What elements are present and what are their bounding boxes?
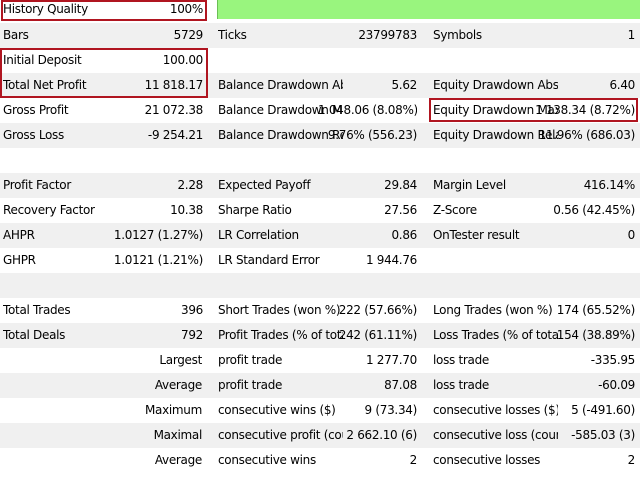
sharpe-ratio-value: 27.56 [384, 203, 417, 217]
maximal-consecutive-profit-value: 2 662.10 (6) [346, 428, 417, 442]
average-consecutive-prefix: Average [154, 453, 202, 467]
initial-deposit-value: 100.00 [162, 53, 203, 67]
stats-row-gross-loss: Gross Loss -9 254.21 Balance Drawdown Re… [0, 123, 640, 148]
average-consecutive-losses-value: 2 [627, 453, 635, 467]
stats-row-maximum: Maximum consecutive wins ($) 9 (73.34) c… [0, 398, 640, 423]
max-consecutive-wins-value: 9 (73.34) [364, 403, 417, 417]
stats-row-total-trades: Total Trades 396 Short Trades (won %) 22… [0, 298, 640, 323]
lr-correlation-value: 0.86 [391, 228, 417, 242]
profit-trades-value: 242 (61.11%) [338, 328, 417, 342]
stats-row-recovery-factor: Recovery Factor 10.38 Sharpe Ratio 27.56… [0, 198, 640, 223]
ticks-value: 23799783 [358, 28, 417, 42]
stats-row-profit-factor: Profit Factor 2.28 Expected Payoff 29.84… [0, 173, 640, 198]
gross-loss-value: -9 254.21 [147, 128, 203, 142]
equity-drawdown-max-value: 1 138.34 (8.72%) [535, 103, 635, 117]
maximal-consecutive-loss-value: -585.03 (3) [571, 428, 635, 442]
loss-trades-value: 154 (38.89%) [556, 328, 635, 342]
ahpr-value: 1.0127 (1.27%) [113, 228, 203, 242]
stats-row-average-trade: Average profit trade 87.08 loss trade -6… [0, 373, 640, 398]
profit-factor-value: 2.28 [177, 178, 203, 192]
stats-row-largest: Largest profit trade 1 277.70 loss trade… [0, 348, 640, 373]
spacer-row [0, 148, 640, 173]
ontester-result-value: 0 [627, 228, 635, 242]
short-trades-value: 222 (57.66%) [338, 303, 417, 317]
history-quality-value: 100% [169, 2, 203, 16]
stats-row-ghpr: GHPR 1.0121 (1.21%) LR Standard Error 1 … [0, 248, 640, 273]
total-net-profit-value: 11 818.17 [144, 78, 203, 92]
largest-prefix: Largest [159, 353, 202, 367]
symbols-value: 1 [627, 28, 635, 42]
largest-loss-trade-value: -335.95 [590, 353, 635, 367]
z-score-value: 0.56 (42.45%) [553, 203, 635, 217]
ghpr-value: 1.0121 (1.21%) [113, 253, 203, 267]
gross-profit-value: 21 072.38 [144, 103, 203, 117]
recovery-factor-value: 10.38 [170, 203, 203, 217]
balance-drawdown-max-value: 1 048.06 (8.08%) [318, 103, 417, 117]
stats-row-maximal: Maximal consecutive profit (count) 2 662… [0, 423, 640, 448]
stats-row-ahpr: AHPR 1.0127 (1.27%) LR Correlation 0.86 … [0, 223, 640, 248]
average-trade-prefix: Average [154, 378, 202, 392]
total-deals-value: 792 [180, 328, 203, 342]
largest-profit-trade-value: 1 277.70 [365, 353, 417, 367]
average-profit-trade-value: 87.08 [384, 378, 417, 392]
stats-row-total-deals: Total Deals 792 Profit Trades (% of tota… [0, 323, 640, 348]
max-consecutive-losses-value: 5 (-491.60) [571, 403, 635, 417]
spacer-row [0, 273, 640, 298]
maximal-prefix: Maximal [153, 428, 202, 442]
stats-row-average-consecutive: Average consecutive wins 2 consecutive l… [0, 448, 640, 473]
balance-drawdown-abs-value: 5.62 [391, 78, 417, 92]
stats-row-initial-deposit: Initial Deposit 100.00 [0, 48, 640, 73]
equity-drawdown-abs-value: 6.40 [609, 78, 635, 92]
bars-value: 5729 [173, 28, 203, 42]
balance-drawdown-rel-value: 9.76% (556.23) [327, 128, 417, 142]
total-trades-value: 396 [180, 303, 203, 317]
history-quality-row: History Quality 100% [0, 0, 640, 19]
margin-level-value: 416.14% [583, 178, 635, 192]
average-consecutive-wins-value: 2 [409, 453, 417, 467]
stats-row-net-profit: Total Net Profit 11 818.17 Balance Drawd… [0, 73, 640, 98]
average-loss-trade-value: -60.09 [598, 378, 635, 392]
lr-standard-error-value: 1 944.76 [365, 253, 417, 267]
stats-row-gross-profit: Gross Profit 21 072.38 Balance Drawdown … [0, 98, 640, 123]
expected-payoff-value: 29.84 [384, 178, 417, 192]
maximum-prefix: Maximum [144, 403, 202, 417]
equity-drawdown-rel-value: 11.96% (686.03) [538, 128, 635, 142]
long-trades-value: 174 (65.52%) [556, 303, 635, 317]
history-quality-bar [217, 0, 640, 19]
stats-row-bars: Bars 5729 Ticks 23799783 Symbols 1 [0, 23, 640, 48]
